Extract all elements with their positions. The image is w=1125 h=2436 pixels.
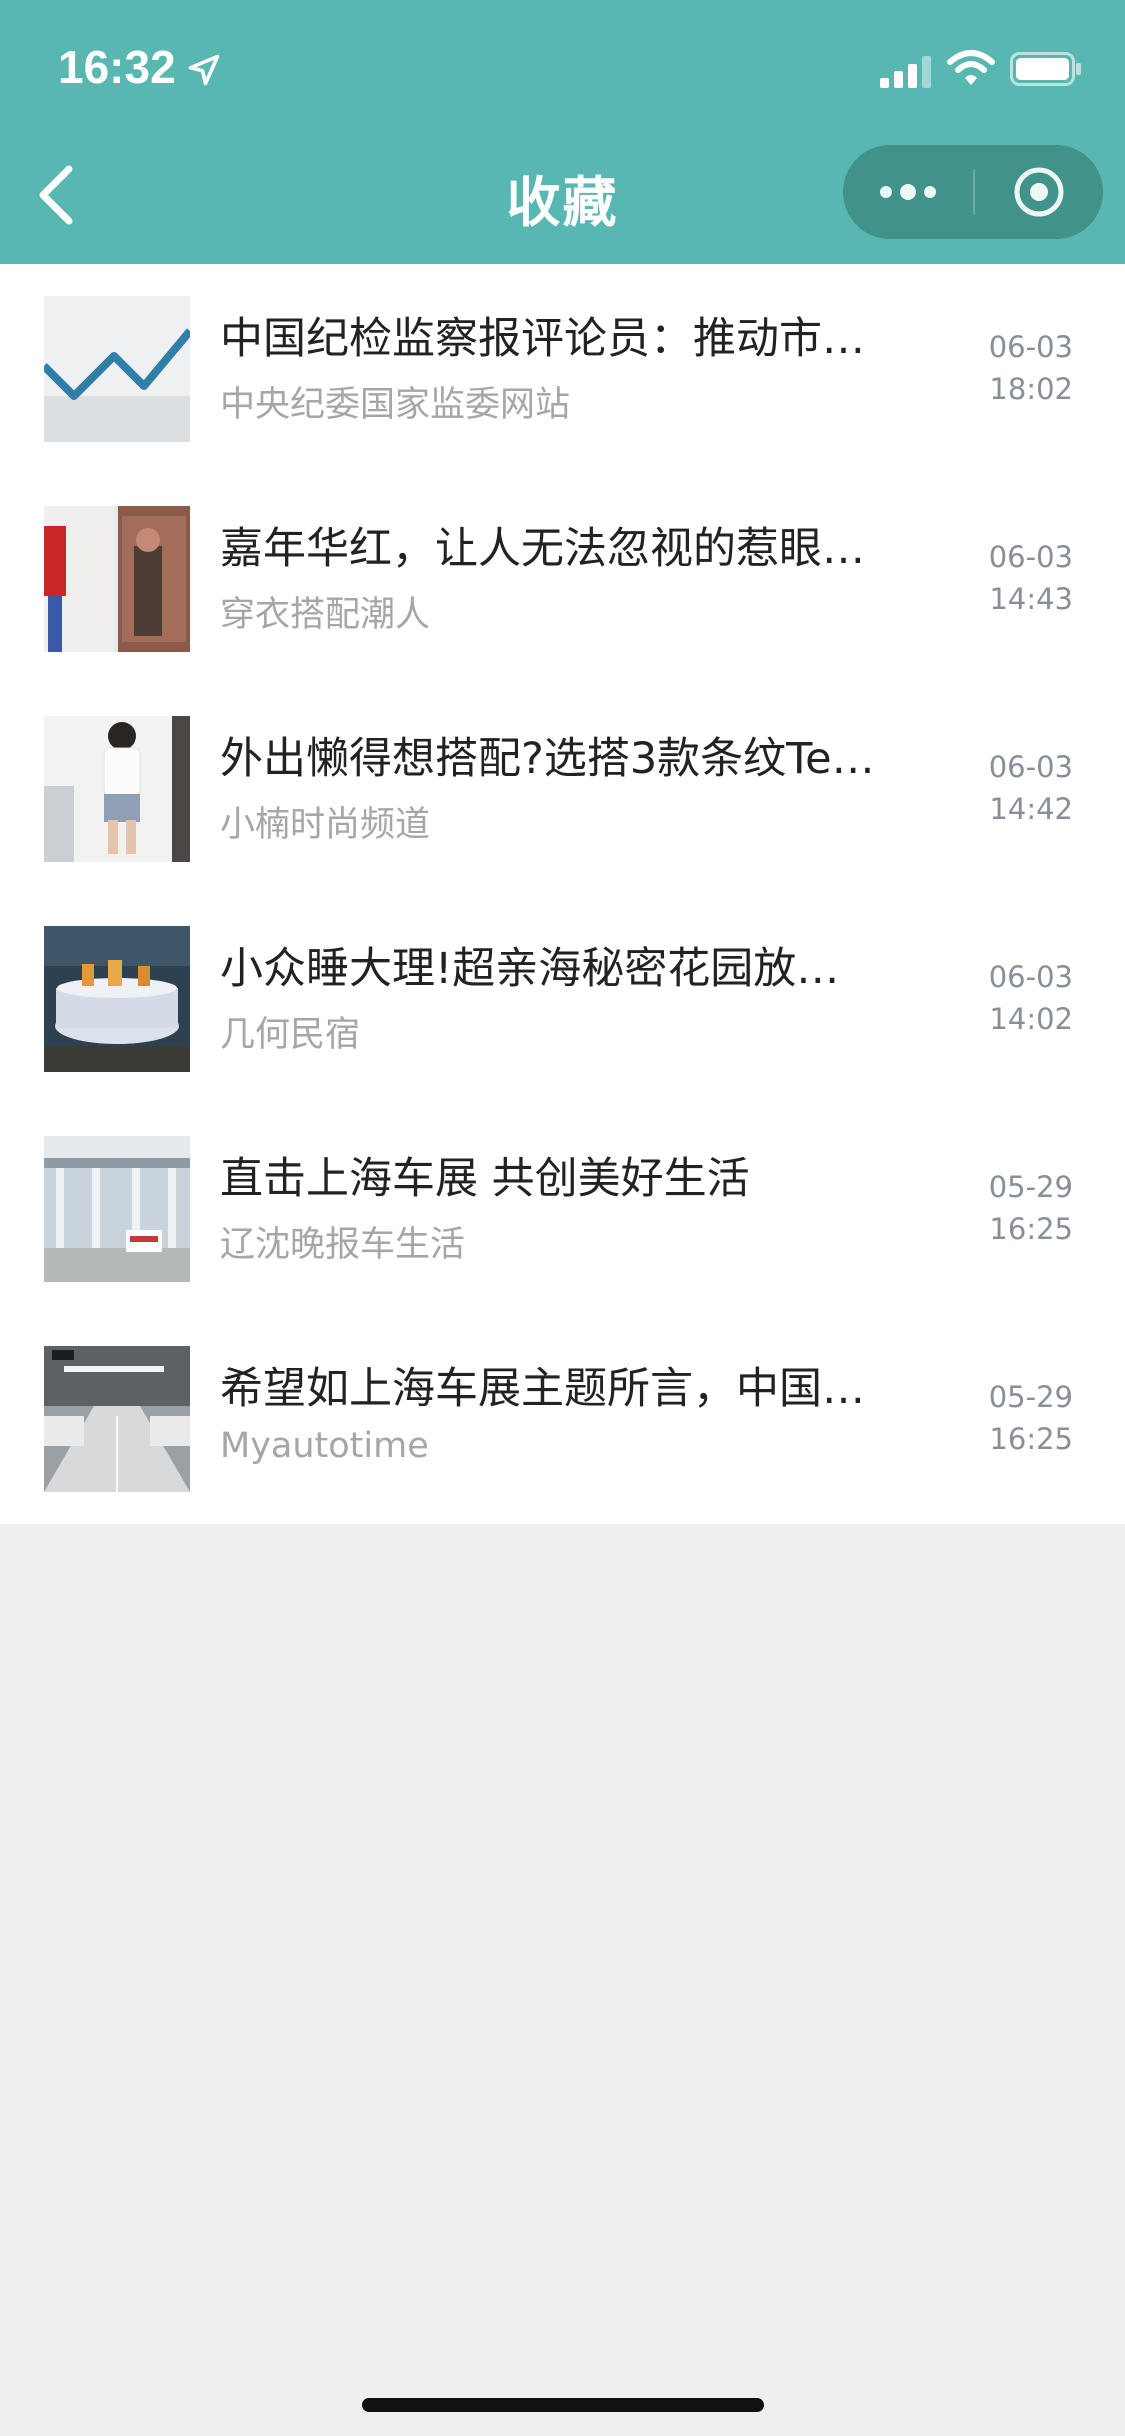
item-source: Myautotime [220,1426,429,1466]
wifi-icon [947,50,995,85]
item-date: 06-03 [988,960,1073,994]
favorites-list: 中国纪检监察报评论员：推动市… 中央纪委国家监委网站 06-03 18:02 嘉… [0,264,1125,1524]
status-time: 16:32 [58,41,176,93]
item-time: 16:25 [989,1212,1073,1246]
more-dots-icon [880,184,936,200]
article-thumbnail [44,506,190,652]
item-date: 05-29 [988,1380,1073,1414]
item-title: 外出懒得想搭配?选搭3款条纹Te… [220,734,875,784]
target-close-icon [1014,167,1064,217]
article-thumbnail [44,1136,190,1282]
list-item[interactable]: 外出懒得想搭配?选搭3款条纹Te… 小楠时尚频道 06-03 14:42 [0,684,1125,894]
item-datetime: 06-03 14:42 [953,746,1073,830]
cellular-signal-icon [880,56,931,88]
item-source: 小楠时尚频道 [220,805,431,845]
item-datetime: 05-29 16:25 [953,1166,1073,1250]
item-date: 06-03 [988,540,1073,574]
item-source: 几何民宿 [220,1015,361,1055]
list-item[interactable]: 中国纪检监察报评论员：推动市… 中央纪委国家监委网站 06-03 18:02 [0,264,1125,474]
item-title: 嘉年华红，让人无法忽视的惹眼… [220,524,865,574]
item-date: 05-29 [988,1170,1073,1204]
item-time: 16:25 [989,1422,1073,1456]
item-title: 小众睡大理!超亲海秘密花园放… [220,944,840,994]
screen: 16:32 收藏 中国纪检监察报评论员：推动市… 中央纪委国家监委网站 06-0… [0,0,1125,2436]
capsule-menu [843,145,1103,239]
item-title: 希望如上海车展主题所言，中国… [220,1364,865,1414]
list-item[interactable]: 嘉年华红，让人无法忽视的惹眼… 穿衣搭配潮人 06-03 14:43 [0,474,1125,684]
list-item[interactable]: 直击上海车展 共创美好生活 辽沈晚报车生活 05-29 16:25 [0,1104,1125,1314]
item-datetime: 06-03 14:02 [953,956,1073,1040]
close-miniprogram-button[interactable] [975,145,1103,239]
item-time: 18:02 [989,372,1073,406]
item-source: 穿衣搭配潮人 [220,595,431,635]
battery-icon [1010,52,1081,86]
item-source: 中央纪委国家监委网站 [220,385,571,425]
item-time: 14:02 [989,1002,1073,1036]
item-datetime: 05-29 16:25 [953,1376,1073,1460]
list-item[interactable]: 小众睡大理!超亲海秘密花园放… 几何民宿 06-03 14:02 [0,894,1125,1104]
article-thumbnail [44,716,190,862]
header-bar: 16:32 收藏 [0,0,1125,264]
location-arrow-icon [188,54,220,86]
item-title: 直击上海车展 共创美好生活 [220,1154,750,1204]
item-title: 中国纪检监察报评论员：推动市… [220,314,865,364]
article-thumbnail [44,296,190,442]
item-datetime: 06-03 14:43 [953,536,1073,620]
item-date: 06-03 [988,750,1073,784]
item-time: 14:42 [989,792,1073,826]
item-date: 06-03 [988,330,1073,364]
home-indicator[interactable] [362,2398,764,2412]
more-button[interactable] [843,145,973,239]
item-datetime: 06-03 18:02 [953,326,1073,410]
item-time: 14:43 [989,582,1073,616]
article-thumbnail [44,926,190,1072]
list-item[interactable]: 希望如上海车展主题所言，中国… Myautotime 05-29 16:25 [0,1314,1125,1524]
item-source: 辽沈晚报车生活 [220,1225,466,1265]
article-thumbnail [44,1346,190,1492]
